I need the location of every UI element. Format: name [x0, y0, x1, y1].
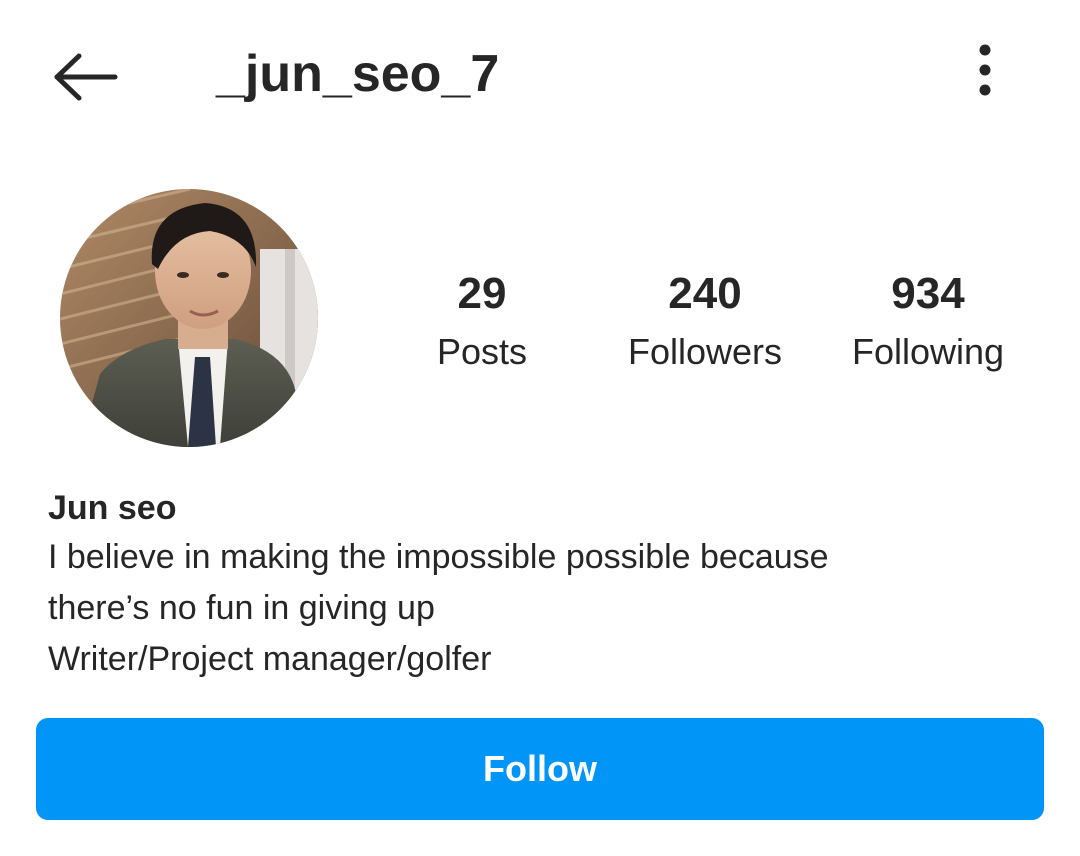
bio-line: Writer/Project manager/golfer — [48, 640, 492, 678]
followers-stat[interactable]: 240 Followers — [605, 266, 805, 378]
following-stat[interactable]: 934 Following — [828, 266, 1028, 378]
followers-label: Followers — [627, 331, 783, 372]
top-bar: _jun_seo_7 — [0, 0, 1080, 150]
follow-button[interactable]: Follow — [36, 718, 1044, 820]
bio-line: there’s no fun in giving up — [48, 589, 435, 627]
avatar[interactable] — [60, 189, 318, 447]
posts-label: Posts — [436, 331, 528, 372]
profile-screen: _jun_seo_7 29 Posts 240 Followers 934 Fo… — [0, 0, 1080, 856]
back-button[interactable] — [44, 42, 124, 112]
posts-count: 29 — [457, 269, 507, 318]
arrow-left-icon — [54, 53, 118, 101]
profile-bio: Jun seo I believe in making the impossib… — [48, 484, 1038, 685]
following-label: Following — [851, 331, 1005, 372]
profile-photo — [60, 189, 318, 447]
bio-line: I believe in making the impossible possi… — [48, 538, 829, 576]
display-name: Jun seo — [48, 489, 177, 527]
following-count: 934 — [891, 269, 965, 318]
followers-count: 240 — [668, 269, 742, 318]
more-vertical-icon — [979, 44, 991, 96]
profile-username: _jun_seo_7 — [216, 45, 500, 103]
posts-stat[interactable]: 29 Posts — [382, 266, 582, 378]
more-options-button[interactable] — [960, 40, 1010, 100]
